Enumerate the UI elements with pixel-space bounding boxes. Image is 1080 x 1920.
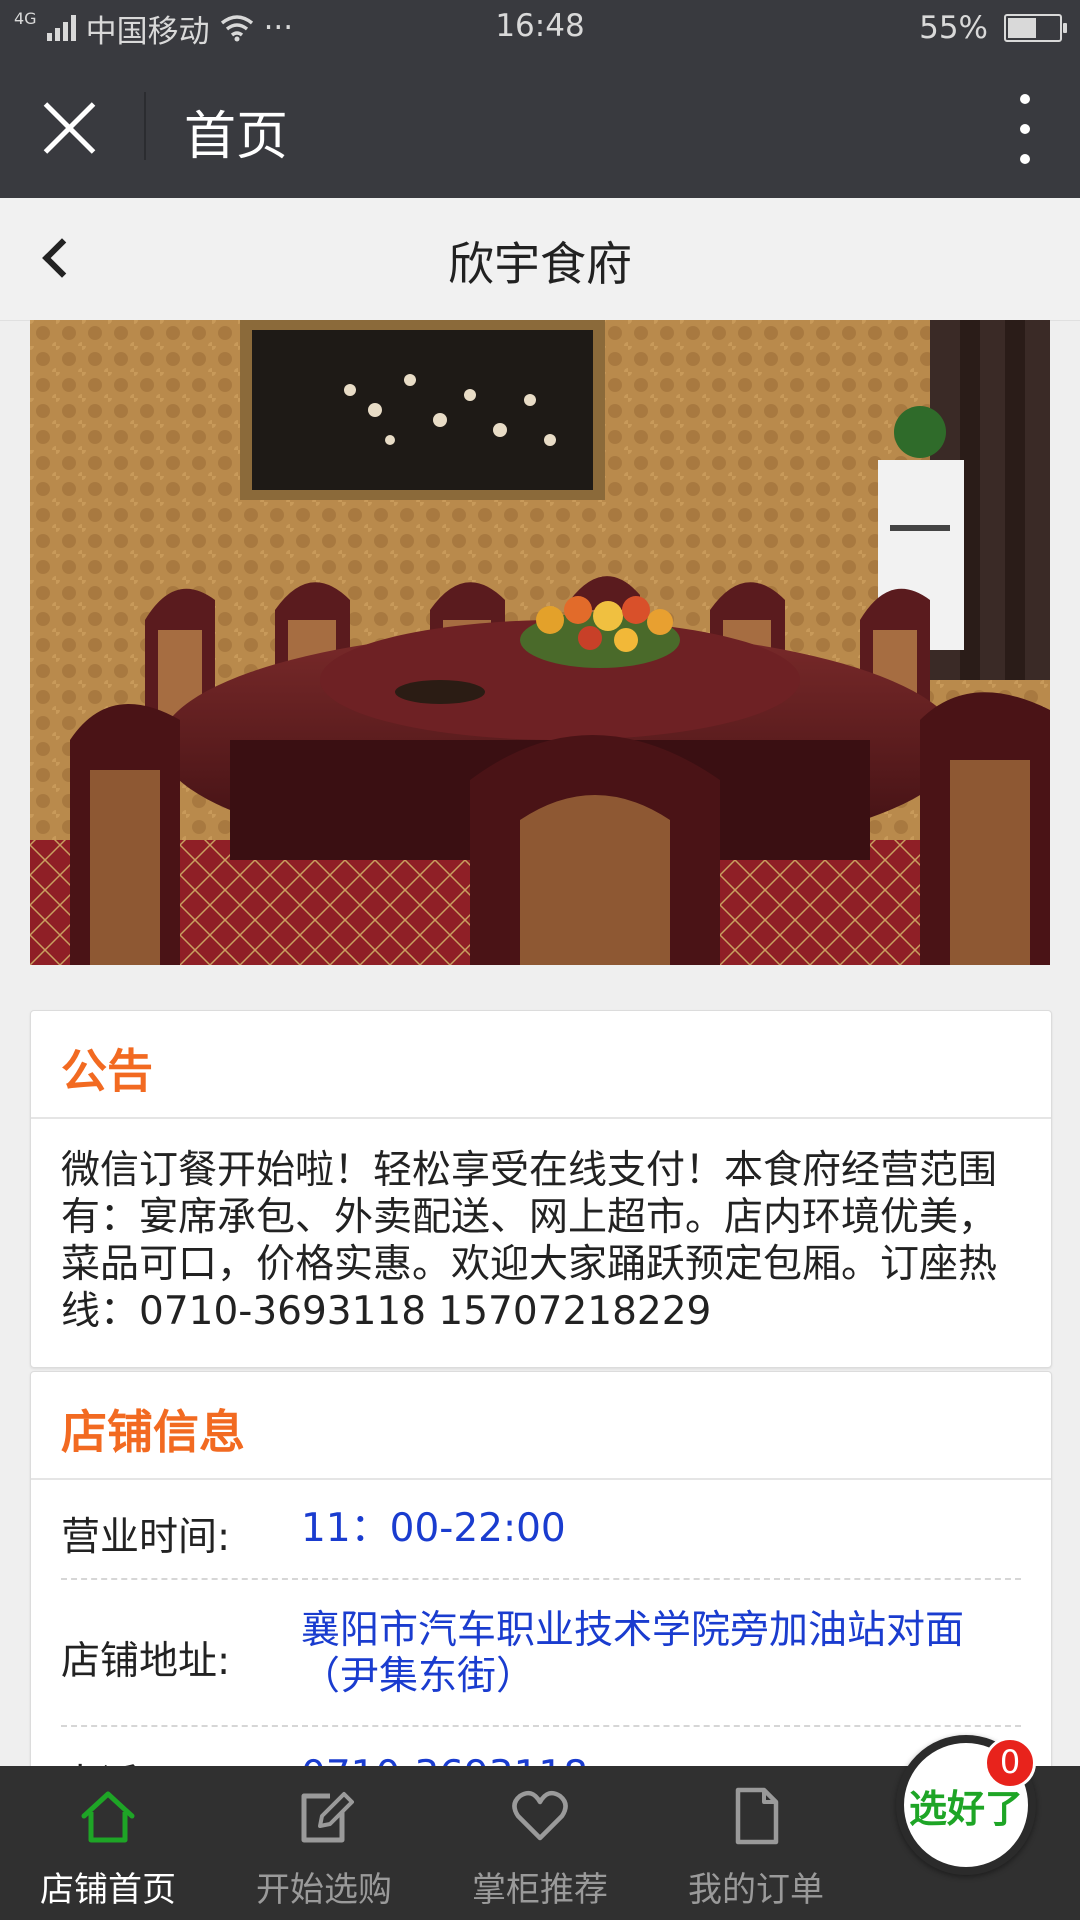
nav-label: 掌柜推荐	[472, 1870, 608, 1910]
page-header: 欣宇食府	[0, 198, 1080, 321]
titlebar-title: 首页	[184, 107, 289, 167]
nav-label: 我的订单	[688, 1870, 824, 1910]
titlebar-divider	[144, 92, 146, 160]
hours-value: 11：00-22:00	[301, 1506, 566, 1551]
notice-text: 微信订餐开始啦！轻松享受在线支付！本食府经营范围有：宴席承包、外卖配送、网上超市…	[61, 1148, 998, 1334]
nav-start-shopping[interactable]: 开始选购	[216, 1766, 432, 1920]
nav-my-orders[interactable]: 我的订单	[648, 1766, 864, 1920]
notice-header: 公告	[31, 1011, 1051, 1119]
clock: 16:48	[495, 8, 585, 44]
address-link[interactable]: 襄阳市汽车职业技术学院旁加油站对面（尹集东街）	[301, 1608, 1021, 1700]
edit-icon	[301, 1792, 354, 1843]
home-icon	[81, 1791, 135, 1843]
battery-icon	[1004, 14, 1067, 42]
notice-heading: 公告	[61, 1044, 153, 1098]
webview-titlebar: 首页	[0, 54, 1080, 198]
nav-label: 开始选购	[256, 1870, 392, 1910]
close-icon[interactable]	[40, 98, 100, 158]
heart-icon	[512, 1790, 568, 1841]
more-vertical-icon[interactable]	[1010, 94, 1040, 164]
store-title: 欣宇食府	[448, 237, 632, 291]
store-banner-image	[30, 320, 1050, 965]
store-info-heading: 店铺信息	[61, 1405, 245, 1459]
hours-row: 营业时间: 11：00-22:00	[61, 1480, 1021, 1580]
hours-label: 营业时间:	[61, 1515, 231, 1560]
nav-label: 店铺首页	[40, 1870, 176, 1910]
battery-percent: 55%	[919, 10, 988, 46]
store-info-header: 店铺信息	[31, 1372, 1051, 1480]
nav-store-home[interactable]: 店铺首页	[0, 1766, 216, 1920]
store-info-card: 店铺信息 营业时间: 11：00-22:00 店铺地址: 襄阳市汽车职业技术学院…	[30, 1371, 1052, 1793]
notice-card: 公告 微信订餐开始啦！轻松享受在线支付！本食府经营范围有：宴席承包、外卖配送、网…	[30, 1010, 1052, 1368]
nav-owner-recommend[interactable]: 掌柜推荐	[432, 1766, 648, 1920]
address-row[interactable]: 店铺地址: 襄阳市汽车职业技术学院旁加油站对面（尹集东街）	[61, 1580, 1021, 1727]
document-icon	[735, 1787, 779, 1845]
address-label: 店铺地址:	[61, 1639, 231, 1684]
status-bar: 4G 中国移动 ··· 16:48 55%	[0, 0, 1080, 54]
cart-count-badge: 0	[984, 1737, 1036, 1789]
